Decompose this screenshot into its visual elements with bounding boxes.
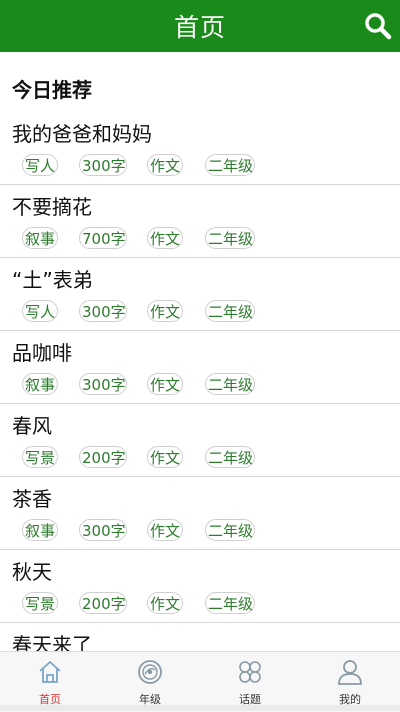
tag-length[interactable]: 300字 [79,519,127,541]
tab-topics[interactable]: 话题 [200,652,300,712]
item-title: “土”表弟 [12,268,93,292]
tag-category[interactable]: 作文 [147,154,183,176]
search-icon[interactable] [364,12,392,40]
tag-grade[interactable]: 二年级 [205,227,255,249]
tag-grade[interactable]: 二年级 [205,519,255,541]
list-item[interactable]: 秋天 写景 200字 作文 二年级 [0,550,400,623]
tag-type[interactable]: 叙事 [22,227,58,249]
tag-length[interactable]: 300字 [79,373,127,395]
article-list: 我的爸爸和妈妈 写人 300字 作文 二年级 不要摘花 叙事 700字 作文 二… [0,112,400,696]
tag-grade[interactable]: 二年级 [205,373,255,395]
disc-icon [138,660,162,684]
list-item[interactable]: 品咖啡 叙事 300字 作文 二年级 [0,331,400,404]
tag-type[interactable]: 叙事 [22,373,58,395]
topics-icon [239,661,261,683]
tag-type[interactable]: 写人 [22,154,58,176]
tag-grade[interactable]: 二年级 [205,592,255,614]
tag-category[interactable]: 作文 [147,300,183,322]
tag-type[interactable]: 写景 [22,592,58,614]
list-item[interactable]: 春风 写景 200字 作文 二年级 [0,404,400,477]
tab-grade[interactable]: 年级 [100,652,200,712]
list-item[interactable]: “土”表弟 写人 300字 作文 二年级 [0,258,400,331]
tag-length[interactable]: 200字 [79,446,127,468]
tag-length[interactable]: 700字 [79,227,127,249]
tag-category[interactable]: 作文 [147,373,183,395]
tag-category[interactable]: 作文 [147,446,183,468]
tag-type[interactable]: 写景 [22,446,58,468]
page-title: 首页 [173,13,226,42]
tag-type[interactable]: 叙事 [22,519,58,541]
list-item[interactable]: 不要摘花 叙事 700字 作文 二年级 [0,185,400,258]
tag-grade[interactable]: 二年级 [205,446,255,468]
tag-grade[interactable]: 二年级 [205,154,255,176]
item-title: 品咖啡 [12,341,72,365]
user-icon [338,660,362,685]
bottom-tab-bar: 首页 年级 话题 我的 [0,651,400,712]
section-title: 今日推荐 [12,78,92,102]
tag-type[interactable]: 写人 [22,300,58,322]
tag-category[interactable]: 作文 [147,519,183,541]
item-title: 我的爸爸和妈妈 [12,122,152,146]
tab-mine[interactable]: 我的 [300,652,400,712]
tag-grade[interactable]: 二年级 [205,300,255,322]
list-item[interactable]: 我的爸爸和妈妈 写人 300字 作文 二年级 [0,112,400,185]
top-bar: 首页 [0,0,400,52]
tab-home[interactable]: 首页 [0,652,100,712]
tag-length[interactable]: 300字 [79,300,127,322]
item-title: 秋天 [12,560,52,584]
home-icon [39,661,61,683]
tag-length[interactable]: 200字 [79,592,127,614]
item-title: 不要摘花 [12,195,92,219]
tag-category[interactable]: 作文 [147,592,183,614]
tag-category[interactable]: 作文 [147,227,183,249]
list-item[interactable]: 茶香 叙事 300字 作文 二年级 [0,477,400,550]
tag-length[interactable]: 300字 [79,154,127,176]
item-title: 茶香 [12,487,52,511]
item-title: 春风 [12,414,52,438]
home-indicator-strip [0,705,400,711]
